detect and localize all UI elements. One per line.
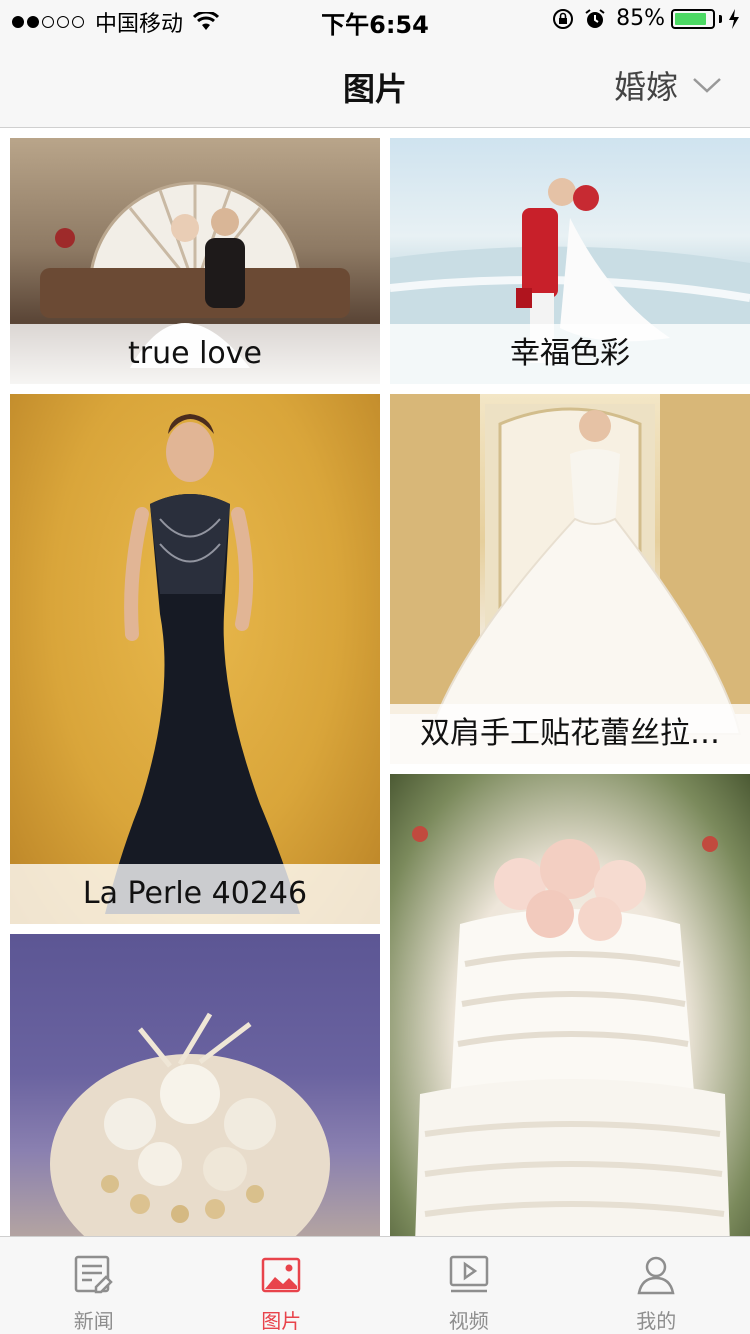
tab-pictures[interactable]: 图片: [188, 1237, 376, 1334]
video-icon: [449, 1255, 488, 1293]
charging-bolt-icon: [729, 8, 739, 29]
category-filter-dropdown[interactable]: 婚嫁: [614, 62, 722, 108]
tab-videos[interactable]: 视频: [375, 1237, 563, 1334]
battery-icon: [671, 8, 715, 29]
photo-caption: true love: [10, 324, 380, 384]
photo-caption: 幸福色彩: [390, 324, 750, 384]
tab-profile[interactable]: 我的: [563, 1237, 750, 1334]
photo-caption: 双肩手工贴花蕾丝拉…: [390, 704, 750, 764]
battery-level-fill: [675, 12, 706, 25]
photo-tile-la-perle-40246[interactable]: La Perle 40246: [10, 394, 380, 924]
status-bar: 中国移动 下午6:54 85%: [0, 0, 750, 40]
battery-tip: [719, 14, 722, 23]
app-screen: 中国移动 下午6:54 85% 图片 婚嫁 true love 幸福色彩 La …: [0, 0, 750, 1334]
photo-tile-wedding-cake[interactable]: [390, 774, 750, 1236]
chevron-down-icon: [693, 78, 721, 93]
tab-label: 新闻: [73, 1309, 114, 1333]
alarm-icon: [585, 8, 605, 28]
user-icon: [637, 1256, 675, 1295]
navigation-bar: 图片 婚嫁: [0, 40, 750, 128]
tab-label: 视频: [448, 1309, 489, 1333]
rotation-lock-icon: [553, 8, 574, 29]
bridal-bouquet-photo: [50, 1012, 330, 1236]
photo-tile-happy-colors[interactable]: 幸福色彩: [390, 138, 750, 384]
photo-tile-bouquet[interactable]: [10, 934, 380, 1236]
picture-icon: [262, 1257, 301, 1293]
photo-tile-lace-gown[interactable]: 双肩手工贴花蕾丝拉…: [390, 394, 750, 764]
bottom-tab-bar: 新闻 图片 视频 我的: [0, 1236, 750, 1334]
battery-percentage: 85%: [616, 6, 665, 31]
photo-grid: true love 幸福色彩 La Perle 40246 双肩手工贴花蕾丝拉…: [0, 129, 750, 1236]
photo-caption: La Perle 40246: [10, 864, 380, 924]
tab-label: 图片: [261, 1309, 302, 1333]
status-right: 85%: [552, 6, 740, 31]
category-filter-label: 婚嫁: [613, 68, 678, 106]
wedding-cake-photo: [412, 826, 730, 1236]
photo-tile-true-love[interactable]: true love: [10, 138, 380, 384]
news-icon: [74, 1255, 113, 1294]
black-gown-photo: [105, 414, 300, 914]
tab-label: 我的: [636, 1309, 677, 1333]
tab-news[interactable]: 新闻: [0, 1237, 188, 1334]
